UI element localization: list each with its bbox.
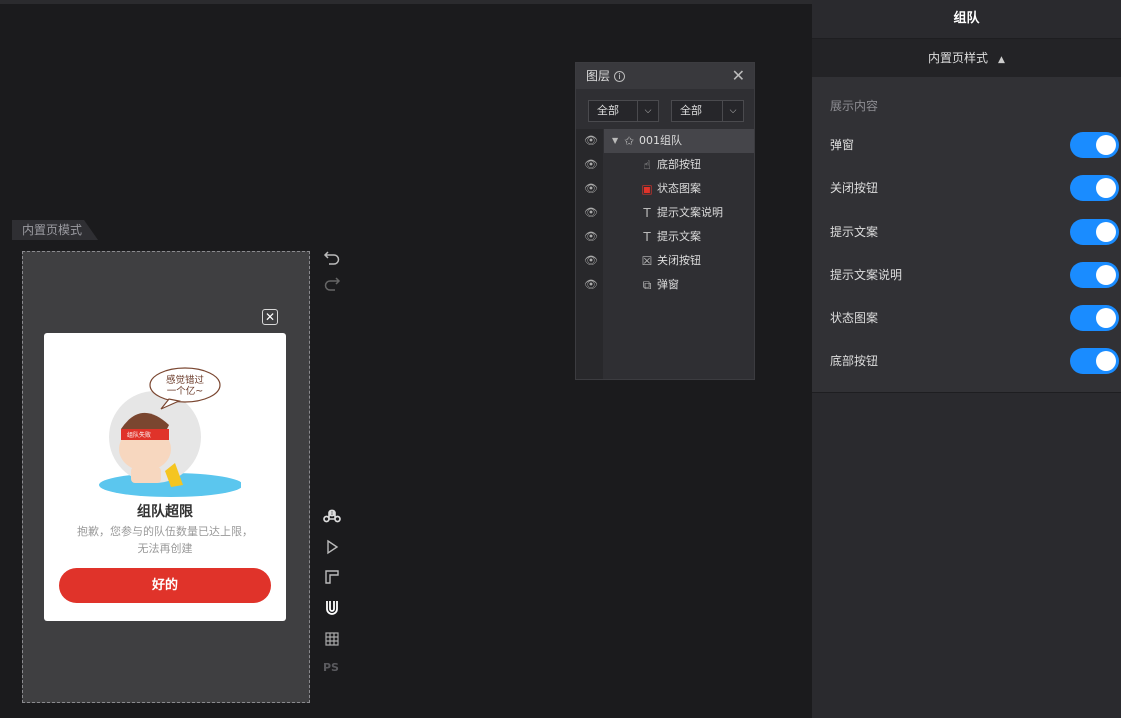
toggle-label: 弹窗 [830,138,855,152]
info-icon[interactable]: i [614,71,626,82]
eye-icon[interactable]: 👁 [584,273,598,297]
close-panel-icon[interactable]: ✕ [732,63,745,89]
layer-name: 提示文案说明 [657,206,723,219]
magnet-icon[interactable] [322,598,342,618]
toggle-label: 提示文案说明 [830,268,903,282]
eye-icon[interactable]: 👁 [584,201,598,225]
layers-header: 图层 i ✕ [576,63,754,89]
eye-icon[interactable]: 👁 [584,225,598,249]
desc-line2: 无法再创建 [137,542,193,555]
close-icon[interactable]: ✕ [262,309,278,325]
modal-popup[interactable]: 组队失败 感觉错过 一个亿~ 组队超限 抱歉，您参与的队伍数量已达上限， 无法再… [44,333,286,621]
close-box-icon: ☒ [641,254,653,268]
mode-tab[interactable]: 内置页模式 [12,220,98,240]
toggle-label: 底部按钮 [830,354,879,368]
layers-icon: ⧉ [642,278,652,292]
layer-name: 弹窗 [657,278,679,291]
bubble-line2: 一个亿~ [167,385,203,397]
toggle-switch[interactable] [1070,175,1119,201]
layer-name: 底部按钮 [657,158,701,171]
modal-title: 组队超限 [137,504,193,520]
chevron-down-icon: ⌵ [637,101,658,121]
display-content-section: 展示内容 弹窗 关闭按钮 提示文案 提示文案说明 状态图案 底部按钮 [812,77,1121,393]
layer-item-group[interactable]: 👁 ▼ ✩ 001组队 [576,129,754,153]
toggle-knob [1096,351,1116,371]
toggle-knob [1096,135,1116,155]
redo-icon[interactable] [322,273,342,293]
toggle-row-status-image: 状态图案 [830,305,1119,331]
expand-triangle-icon[interactable]: ▼ [612,129,618,153]
filter-value-2: 全部 [680,104,702,117]
headband-text: 组队失败 [127,431,151,439]
toggle-label: 提示文案 [830,225,879,239]
layers-panel[interactable]: 图层 i ✕ 全部 ⌵ 全部 ⌵ 👁 ▼ ✩ 001组队 👁 ☝ 底部按钮 👁 ▣… [575,62,755,380]
toggle-switch[interactable] [1070,262,1119,288]
undo-icon[interactable] [322,247,342,267]
top-border [0,0,812,4]
modal-description: 抱歉，您参与的队伍数量已达上限， 无法再创建 [74,523,256,557]
toggle-knob [1096,308,1116,328]
eye-icon[interactable]: 👁 [584,177,598,201]
layer-item[interactable]: 👁 ☝ 底部按钮 [576,153,754,177]
layer-name: 提示文案 [657,230,701,243]
layer-item[interactable]: 👁 ⧉ 弹窗 [576,273,754,297]
toggle-row-bottom-button: 底部按钮 [830,348,1119,374]
style-section-label: 内置页样式 [928,51,989,65]
ps-button[interactable]: PS [323,661,339,674]
filter-select-2[interactable]: 全部 ⌵ [671,100,744,122]
toggle-switch[interactable] [1070,305,1119,331]
filter-select-1[interactable]: 全部 ⌵ [588,100,659,122]
image-icon: ▣ [641,182,653,196]
toggle-knob [1096,265,1116,285]
layer-name: 001组队 [639,134,682,147]
eye-icon[interactable]: 👁 [584,249,598,273]
toggle-row-popup: 弹窗 [830,132,1119,158]
toggle-switch[interactable] [1070,348,1119,374]
desc-line1: 抱歉，您参与的队伍数量已达上限， [77,525,253,538]
text-icon: T [643,230,651,244]
layers-title: 图层 [586,69,611,83]
section-label: 展示内容 [830,99,879,113]
toggle-row-tip-text: 提示文案 [830,219,1119,245]
style-section-header[interactable]: 内置页样式 ▲ [812,39,1121,77]
layer-item[interactable]: 👁 ▣ 状态图案 [576,177,754,201]
grid-icon[interactable] [322,629,342,649]
toggle-label: 关闭按钮 [830,181,879,195]
eye-icon[interactable]: 👁 [584,129,598,153]
layer-item[interactable]: 👁 ☒ 关闭按钮 [576,249,754,273]
layer-item[interactable]: 👁 T 提示文案说明 [576,201,754,225]
ok-button[interactable]: 好的 [59,568,271,603]
collapse-triangle-icon[interactable]: ▲ [998,55,1005,65]
properties-panel: 组队 内置页样式 ▲ 展示内容 弹窗 关闭按钮 提示文案 提示文案说明 状态图案 … [812,0,1121,718]
ruler-icon[interactable] [322,567,342,587]
layer-item[interactable]: 👁 T 提示文案 [576,225,754,249]
text-icon: T [643,206,651,220]
filter-value-1: 全部 [597,104,619,117]
toggle-knob [1096,178,1116,198]
play-icon[interactable] [322,537,342,557]
panel-title: 组队 [812,0,1121,39]
layer-name: 关闭按钮 [657,254,701,267]
toggle-switch[interactable] [1070,219,1119,245]
toggle-switch[interactable] [1070,132,1119,158]
toggle-row-tip-desc: 提示文案说明 [830,262,1119,288]
component-icon: ✩ [623,134,635,148]
layer-name: 状态图案 [657,182,701,195]
status-illustration: 组队失败 感觉错过 一个亿~ [99,367,241,497]
toggle-label: 状态图案 [830,311,879,325]
chevron-down-icon: ⌵ [722,101,743,121]
hand-pointer-icon: ☝ [643,158,651,172]
toggle-row-close-button: 关闭按钮 [830,175,1119,201]
toggle-knob [1096,222,1116,242]
bubble-line1: 感觉错过 [166,374,205,386]
eye-icon[interactable]: 👁 [584,153,598,177]
command-icon[interactable] [322,506,342,526]
